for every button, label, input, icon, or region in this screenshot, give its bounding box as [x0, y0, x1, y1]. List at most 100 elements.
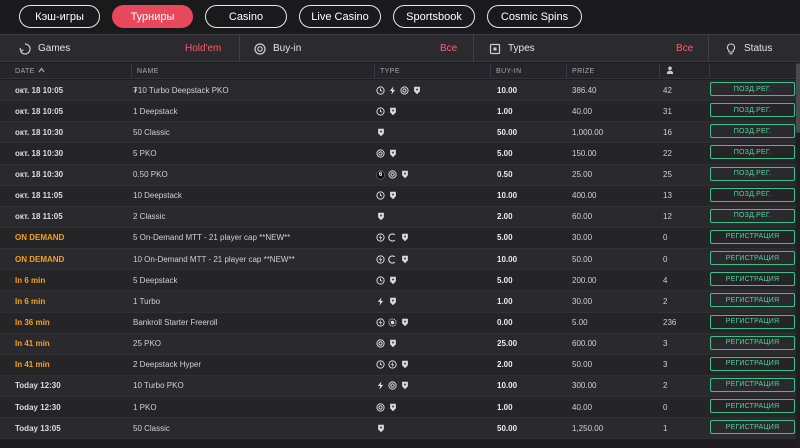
table-row[interactable]: In 36 min Bankroll Starter Freeroll 0.00…	[0, 312, 800, 334]
type-icons	[376, 186, 397, 206]
column-name[interactable]: NAME	[137, 63, 159, 79]
divider	[239, 35, 240, 62]
tab-sportsbook[interactable]: Sportsbook	[393, 5, 475, 28]
table-row[interactable]: окт. 18 11:05 10 Deepstack 10.00 400.00 …	[0, 185, 800, 207]
status-button[interactable]: РЕГИСТРАЦИЯ	[710, 251, 795, 266]
status-button[interactable]: РЕГИСТРАЦИЯ	[710, 335, 795, 350]
players-count: 13	[663, 191, 672, 201]
status-filter[interactable]: Status	[724, 35, 772, 62]
tab-live-casino[interactable]: Live Casino	[299, 5, 381, 28]
buyin-value[interactable]: Все	[440, 35, 457, 62]
games-value[interactable]: Hold'em	[185, 35, 221, 62]
column-prize[interactable]: PRIZE	[572, 63, 595, 79]
types-filter[interactable]: Types	[488, 35, 535, 62]
shield-icon	[400, 233, 409, 242]
table-row[interactable]: окт. 18 10:30 5 PKO 5.00 150.00 22 ПОЗД.…	[0, 143, 800, 165]
column-type[interactable]: TYPE	[380, 63, 400, 79]
status-button[interactable]: РЕГИСТРАЦИЯ	[710, 377, 795, 392]
table-row[interactable]: Today 13:05 50 Classic 50.00 1,250.00 1 …	[0, 418, 800, 440]
type-icons	[376, 291, 397, 311]
table-row[interactable]: окт. 18 10:05 ₮10 Turbo Deepstack PKO 10…	[0, 80, 800, 102]
lightbulb-icon	[724, 42, 738, 56]
hyper-flash-icon	[376, 255, 385, 264]
buyin-value: 2.00	[497, 360, 513, 370]
start-time: In 36 min	[15, 318, 50, 328]
table-row[interactable]: Today 12:30 10 Turbo PKO 10.00 300.00 2 …	[0, 375, 800, 398]
status-button[interactable]: ПОЗД.РЕГ.	[710, 187, 795, 202]
tournament-name: Bankroll Starter Freeroll	[133, 318, 218, 328]
prize-value: 30.00	[572, 296, 593, 306]
chip-icon	[388, 318, 397, 327]
status-button[interactable]: РЕГИСТРАЦИЯ	[710, 272, 795, 287]
clock-icon	[376, 360, 385, 369]
start-time: In 6 min	[15, 296, 46, 306]
type-icons	[376, 249, 409, 269]
shield-icon	[388, 191, 397, 200]
status-button[interactable]: ПОЗД.РЕГ.	[710, 166, 795, 181]
buyin-filter[interactable]: Buy-in	[253, 35, 301, 62]
column-date[interactable]: DATE	[15, 63, 45, 79]
divider	[131, 65, 132, 77]
status-button[interactable]: ПОЗД.РЕГ.	[710, 82, 795, 96]
status-button[interactable]: РЕГИСТРАЦИЯ	[710, 229, 795, 244]
buyin-value: 10.00	[497, 381, 518, 391]
column-buyin[interactable]: BUY-IN	[496, 63, 521, 79]
status-button[interactable]: РЕГИСТРАЦИЯ	[710, 399, 795, 414]
tournament-name: 2 Deepstack Hyper	[133, 360, 202, 370]
start-time: окт. 18 10:05	[15, 106, 64, 116]
tab-cosmic-spins[interactable]: Cosmic Spins	[487, 5, 582, 28]
divider	[473, 35, 474, 62]
table-row[interactable]: ON DEMAND 5 On-Demand MTT - 21 player ca…	[0, 227, 800, 250]
status-button[interactable]: ПОЗД.РЕГ.	[710, 208, 795, 223]
type-icons	[376, 80, 421, 100]
table-row[interactable]: окт. 18 10:05 1 Deepstack 1.00 40.00 31 …	[0, 101, 800, 123]
games-filter[interactable]: Games	[18, 35, 70, 62]
prize-value: 386.40	[572, 85, 597, 95]
prize-value: 300.00	[572, 381, 597, 391]
shield-icon	[400, 381, 409, 390]
start-time: Today 13:05	[15, 423, 61, 433]
start-time: окт. 18 11:05	[15, 212, 63, 222]
bounty-target-icon	[388, 170, 397, 179]
column-players[interactable]	[666, 63, 674, 79]
tab-tournaments[interactable]: Турниры	[112, 5, 193, 28]
table-row[interactable]: In 41 min 25 PKO 25.00 600.00 3 РЕГИСТРА…	[0, 333, 800, 355]
table-row[interactable]: ON DEMAND 10 On-Demand MTT - 21 player c…	[0, 249, 800, 271]
scrollbar-thumb[interactable]	[796, 63, 800, 133]
status-button[interactable]: РЕГИСТРАЦИЯ	[710, 420, 795, 435]
tournament-name: 1 Turbo	[133, 296, 161, 306]
shield-icon	[376, 212, 385, 221]
tournament-name: 10 Turbo PKO	[133, 381, 184, 391]
type-icons	[376, 228, 409, 248]
tab-cash-games[interactable]: Кэш-игры	[19, 5, 100, 28]
type-icons	[376, 334, 397, 354]
status-label: Status	[744, 43, 773, 54]
tab-casino[interactable]: Casino	[205, 5, 287, 28]
table-row[interactable]: окт. 18 10:30 50 Classic 50.00 1,000.00 …	[0, 122, 800, 144]
type-icons	[376, 207, 385, 227]
types-value[interactable]: Все	[676, 35, 693, 62]
status-button[interactable]: ПОЗД.РЕГ.	[710, 124, 795, 139]
status-button[interactable]: ПОЗД.РЕГ.	[710, 145, 795, 160]
filter-bar: Games Hold'em Buy-in Все Types Все Statu…	[0, 34, 800, 62]
status-button[interactable]: ПОЗД.РЕГ.	[710, 103, 795, 118]
table-row[interactable]: In 6 min 1 Turbo 1.00 30.00 2 РЕГИСТРАЦИ…	[0, 291, 800, 313]
table-row[interactable]: окт. 18 11:05 2 Classic 2.00 60.00 12 ПО…	[0, 206, 800, 228]
status-button[interactable]: РЕГИСТРАЦИЯ	[710, 314, 795, 329]
start-time: ON DEMAND	[15, 254, 65, 264]
prize-value: 1,000.00	[572, 127, 604, 137]
buyin-label: Buy-in	[273, 43, 302, 54]
status-button[interactable]: РЕГИСТРАЦИЯ	[710, 356, 795, 371]
start-time: In 6 min	[15, 275, 46, 285]
status-button[interactable]: РЕГИСТРАЦИЯ	[710, 293, 795, 308]
table-row[interactable]: In 41 min 2 Deepstack Hyper 2.00 50.00 3…	[0, 354, 800, 376]
divider	[709, 65, 710, 77]
players-count: 22	[663, 148, 672, 158]
tournament-name: 25 PKO	[133, 339, 162, 349]
shield-icon	[376, 128, 385, 137]
start-time: Today 12:30	[15, 402, 61, 412]
tournament-name: 1 Deepstack	[133, 106, 178, 116]
table-row[interactable]: Today 12:30 1 PKO 1.00 40.00 0 РЕГИСТРАЦ…	[0, 397, 800, 419]
table-row[interactable]: In 6 min 5 Deepstack 5.00 200.00 4 РЕГИС…	[0, 270, 800, 292]
table-row[interactable]: окт. 18 10:30 0.50 PKO 6 0.50 25.00 25 П…	[0, 164, 800, 186]
